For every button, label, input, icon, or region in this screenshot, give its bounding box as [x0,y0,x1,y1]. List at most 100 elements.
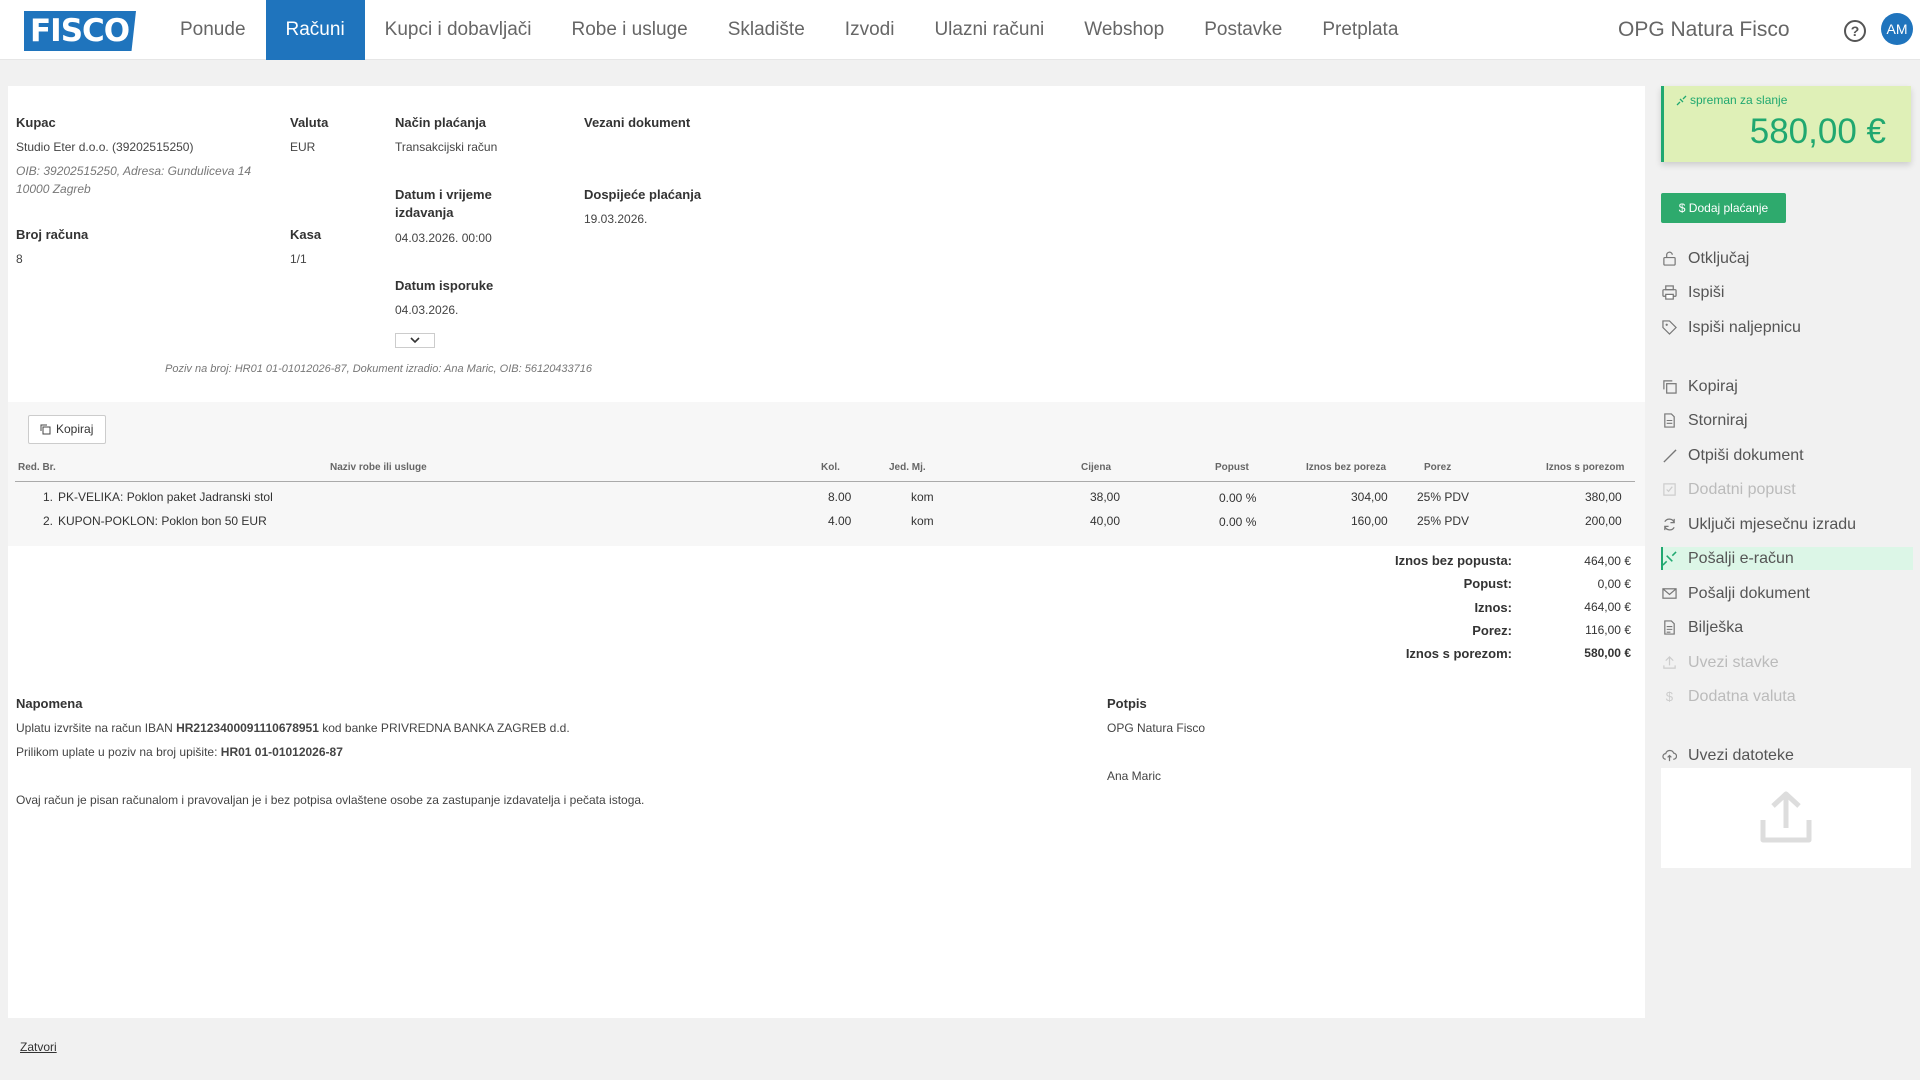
napomena-line-3: Ovaj račun je pisan računalom i pravoval… [16,793,645,807]
fisco-logo[interactable]: FISCO [24,11,136,51]
nav-webshop[interactable]: Webshop [1064,0,1184,60]
valuta-label: Valuta [290,115,329,130]
copy-items-button[interactable]: Kopiraj [28,415,107,444]
total-popust-label: Popust: [1463,576,1512,591]
send-link-icon [1662,551,1677,566]
total-s-porezom-label: Iznos s porezom: [1405,646,1512,661]
nav-pretplata[interactable]: Pretplata [1302,0,1418,60]
datum-isporuke-value: 04.03.2026. [395,303,459,317]
datum-izdavanja-label-1: Datum i vrijeme [395,187,492,202]
printer-icon [1662,285,1677,300]
row-number: 1. [43,490,54,504]
nacin-placanja-value: Transakcijski račun [395,140,498,154]
action-ispisi[interactable]: Ispiši [1661,281,1913,304]
header-cijena: Cijena [1081,462,1112,473]
action-label: Uvezi datoteke [1688,747,1794,764]
row-discount: 0.00 % [1219,491,1257,505]
action-label: Pošalji dokument [1688,585,1810,602]
nav-ulazni-racuni[interactable]: Ulazni računi [914,0,1064,60]
row-tax: 25% PDV [1417,514,1470,528]
action-biljeska[interactable]: Bilješka [1661,616,1913,639]
total-iznos-value: 464,00 € [1584,600,1631,614]
dospijece-label: Dospijeće plaćanja [584,187,702,202]
total-porez-label: Porez: [1472,623,1512,638]
napomena-line-2: Prilikom uplate u poziv na broj upišite:… [16,745,343,759]
add-payment-button[interactable]: $ Dodaj plaćanje [1661,193,1786,223]
action-ukljuci-mjesecnu-izradu[interactable]: Uključi mjesečnu izradu [1661,513,1913,536]
nav-kupci-dobavljaci[interactable]: Kupci i dobavljači [365,0,552,60]
action-otkljucaj[interactable]: Otključaj [1661,247,1913,270]
header-porez: Porez [1424,462,1452,473]
header-popust: Popust [1215,462,1249,473]
company-name[interactable]: OPG Natura Fisco [1618,0,1790,60]
broj-racuna-label: Broj računa [16,227,89,242]
action-posalji-dokument[interactable]: Pošalji dokument [1661,582,1913,605]
main-menu: Ponude Računi Kupci i dobavljači Robe i … [160,0,1418,60]
action-label: Otključaj [1688,250,1750,267]
header-divider [15,481,1635,482]
action-storniraj[interactable]: Storniraj [1661,409,1913,432]
potpis-person: Ana Maric [1107,769,1162,783]
row-unit: kom [911,490,934,504]
invoice-panel: Kupac Studio Eter d.o.o. (39202515250) O… [8,86,1645,1018]
datum-izdavanja-label-2: izdavanja [395,205,454,220]
poziv-na-broj-line: Poziv na broj: HR01 01-01012026-87, Doku… [165,363,593,375]
action-kopiraj[interactable]: Kopiraj [1661,375,1913,398]
row-price: 40,00 [1090,514,1121,528]
action-label: Ispiši naljepnicu [1688,319,1801,336]
row-quantity: 4.00 [828,514,852,528]
potpis-company: OPG Natura Fisco [1107,721,1206,735]
nav-ponude[interactable]: Ponude [160,0,266,60]
file-dropzone[interactable] [1661,768,1911,868]
action-label: Dodatni popust [1688,481,1796,498]
header-jed-mj: Jed. Mj. [889,462,926,473]
action-label: Bilješka [1688,619,1744,636]
row-number: 2. [43,514,54,528]
items-section: Kopiraj Red. Br. Naziv robe ili usluge K… [8,402,1645,546]
potpis-label: Potpis [1107,696,1147,711]
action-ispisi-naljepnicu[interactable]: Ispiši naljepnicu [1661,316,1913,339]
kupac-city: 10000 Zagreb [16,182,91,196]
nacin-placanja-label: Način plaćanja [395,115,487,130]
nav-skladiste[interactable]: Skladište [708,0,825,60]
copy-items-label: Kopiraj [56,422,94,436]
close-link[interactable]: Zatvori [20,1040,57,1054]
action-uvezi-datoteke[interactable]: Uvezi datoteke [1661,744,1913,767]
cloud-upload-icon [1662,749,1677,762]
slash-icon [1663,449,1677,463]
action-dodatni-popust[interactable]: Dodatni popust [1661,478,1913,501]
row-quantity: 8.00 [828,490,852,504]
dospijece-value: 19.03.2026. [584,212,648,226]
action-uvezi-stavke[interactable]: Uvezi stavke [1661,651,1913,674]
help-icon[interactable]: ? [1844,20,1866,42]
kupac-value[interactable]: Studio Eter d.o.o. (39202515250) [16,138,193,156]
action-dodatna-valuta[interactable]: $ Dodatna valuta [1661,685,1913,708]
expand-details-button[interactable] [395,333,435,348]
header-red-br: Red. Br. [18,462,56,473]
nav-postavke[interactable]: Postavke [1184,0,1302,60]
nav-robe-usluge[interactable]: Robe i usluge [551,0,707,60]
total-s-porezom-value: 580,00 € [1584,646,1631,660]
header-iznos-bez-poreza: Iznos bez poreza [1306,462,1387,473]
total-popust-value: 0,00 € [1597,577,1631,591]
action-label: Kopiraj [1688,378,1738,395]
status-card: spreman za slanje 580,00 € [1661,86,1911,162]
nav-racuni[interactable]: Računi [265,0,365,60]
svg-text:$: $ [1666,689,1674,704]
broj-racuna-value: 8 [16,252,23,266]
envelope-icon [1662,588,1677,599]
nav-izvodi[interactable]: Izvodi [825,0,915,60]
action-otpisi-dokument[interactable]: Otpiši dokument [1661,444,1913,467]
napomena-line-1: Uplatu izvršite na račun IBAN HR21234000… [16,721,570,735]
user-avatar[interactable]: AM [1881,13,1913,45]
kasa-label: Kasa [290,227,322,242]
checkbox-icon [1663,483,1676,496]
action-posalji-e-racun[interactable]: Pošalji e-račun [1661,547,1913,570]
tag-icon [1662,320,1677,335]
valuta-value: EUR [290,140,316,154]
action-label: Uključi mjesečnu izradu [1688,516,1857,533]
send-link-icon [1676,95,1687,106]
upload-icon [1663,656,1676,669]
action-label: Storniraj [1688,412,1748,429]
total-bez-popusta-label: Iznos bez popusta: [1395,553,1512,568]
